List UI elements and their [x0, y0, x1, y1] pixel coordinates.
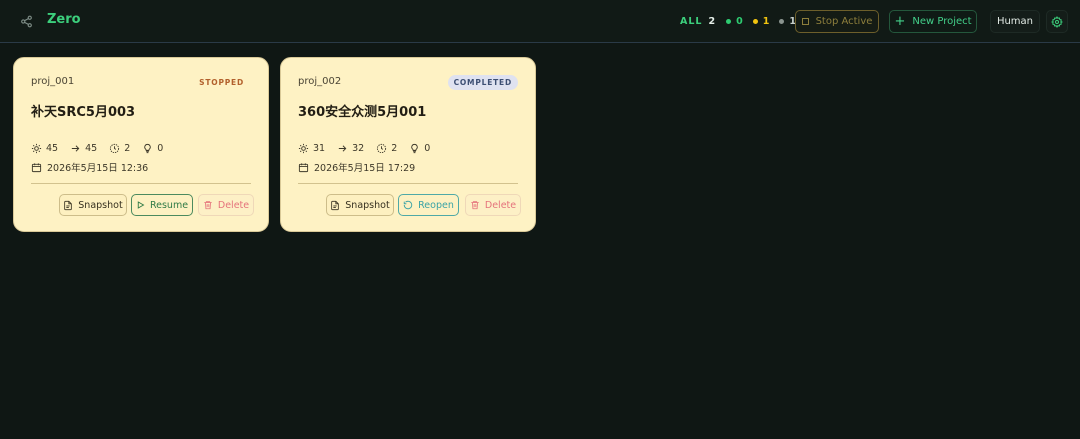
gear-icon [1051, 15, 1063, 28]
project-date: 2026年5月15日 12:36 [31, 161, 148, 174]
running-count: 0 [736, 16, 743, 27]
stat-ideas: 0 [409, 143, 430, 154]
stat-nodes: 31 [298, 143, 325, 154]
human-mode-button[interactable]: Human [990, 10, 1040, 33]
snapshot-button[interactable]: Snapshot [59, 194, 127, 216]
stopped-count: 1 [762, 16, 770, 27]
snapshot-button[interactable]: Snapshot [326, 194, 394, 216]
share-icon [20, 15, 32, 27]
completed-dot-icon [779, 19, 785, 24]
card-divider [31, 183, 251, 184]
stopped-dot-icon [752, 19, 758, 24]
new-project-label: New Project [912, 16, 972, 27]
trash-icon [471, 201, 479, 210]
arrow-right-icon [71, 144, 80, 152]
rotate-icon [403, 200, 413, 210]
stat-links: 32 [337, 143, 364, 154]
stop-square-icon [801, 18, 809, 25]
project-id: proj_002 [298, 76, 342, 87]
calendar-icon [298, 162, 309, 172]
stat-ideas: 0 [142, 143, 163, 154]
stat-pending: 2 [376, 143, 397, 154]
sun-icon [31, 143, 42, 153]
settings-button[interactable] [1046, 10, 1068, 33]
new-project-button[interactable]: + New Project [889, 10, 977, 33]
share-button[interactable] [14, 9, 38, 33]
top-bar: Zero ALL 2 0 1 1 Stop Active + New Proje… [0, 0, 1080, 43]
all-label[interactable]: ALL [680, 16, 702, 27]
status-badge: STOPPED [199, 78, 244, 87]
clock-dashed-icon [377, 143, 387, 153]
project-stats: 31 32 2 0 [298, 142, 442, 154]
file-icon [64, 200, 73, 210]
brand-title: Zero [47, 12, 81, 27]
project-stats: 45 45 2 0 [31, 142, 175, 154]
file-icon [331, 200, 340, 210]
stat-nodes: 45 [31, 143, 58, 154]
count-completed[interactable]: 1 [779, 16, 796, 27]
project-counts: ALL 2 0 1 1 [680, 15, 806, 28]
project-id: proj_001 [31, 76, 75, 87]
play-icon [137, 201, 145, 209]
reopen-button[interactable]: Reopen [398, 194, 459, 216]
calendar-icon [31, 162, 42, 172]
lightbulb-icon [411, 143, 418, 153]
count-running[interactable]: 0 [726, 16, 743, 27]
all-count: 2 [708, 16, 716, 27]
stat-pending: 2 [109, 143, 130, 154]
resume-button[interactable]: Resume [131, 194, 193, 216]
project-card[interactable]: proj_001 STOPPED 补天SRC5月003 45 45 2 0 20… [13, 57, 269, 232]
project-card[interactable]: proj_002 COMPLETED 360安全众测5月001 31 32 2 … [280, 57, 536, 232]
status-badge: COMPLETED [447, 75, 518, 90]
sun-icon [298, 143, 309, 153]
lightbulb-icon [144, 143, 151, 153]
plus-icon: + [894, 13, 906, 29]
stop-active-button[interactable]: Stop Active [795, 10, 879, 33]
trash-icon [204, 201, 212, 210]
project-title: 360安全众测5月001 [298, 105, 427, 120]
stop-active-label: Stop Active [815, 16, 873, 27]
stat-links: 45 [70, 143, 97, 154]
arrow-right-icon [338, 144, 347, 152]
delete-button[interactable]: Delete [198, 194, 254, 216]
card-divider [298, 183, 518, 184]
clock-dashed-icon [110, 143, 120, 153]
delete-button[interactable]: Delete [465, 194, 521, 216]
count-stopped[interactable]: 1 [752, 16, 770, 27]
project-title: 补天SRC5月003 [31, 105, 136, 120]
project-date: 2026年5月15日 17:29 [298, 161, 415, 174]
running-dot-icon [726, 19, 732, 24]
